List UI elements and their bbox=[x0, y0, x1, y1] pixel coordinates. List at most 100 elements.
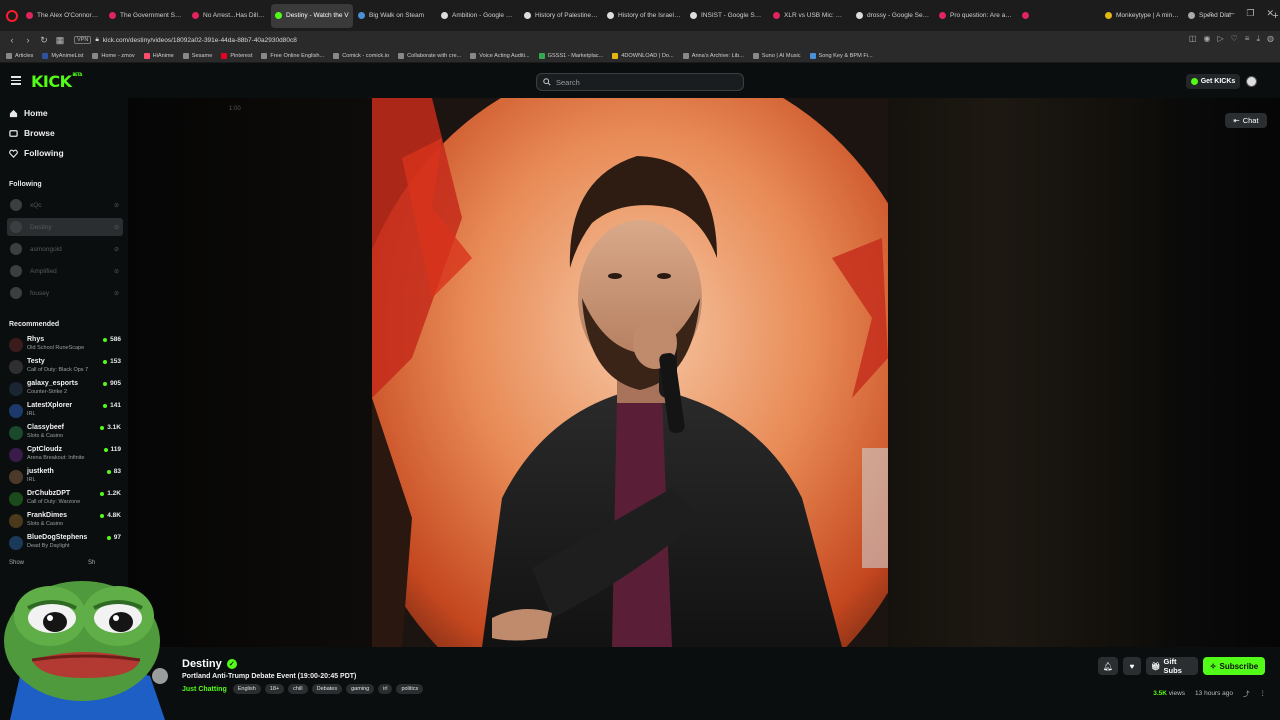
bookmark-item[interactable]: HiAnime bbox=[143, 52, 174, 59]
video-player[interactable]: 1:00 ⇤ Chat bbox=[128, 98, 1280, 647]
forward-icon[interactable]: › bbox=[20, 35, 36, 45]
browser-tab[interactable]: History of the Israeli-Pa bbox=[603, 4, 685, 28]
following-item[interactable]: xQc ⊘ bbox=[7, 196, 123, 214]
stream-tag[interactable]: English bbox=[232, 684, 261, 694]
reload-icon[interactable]: ↻ bbox=[36, 35, 52, 46]
stream-title: Portland Anti-Trump Debate Event (19:00-… bbox=[182, 673, 357, 680]
recommended-item[interactable]: FrankDimes Slots & Casino 4.8K bbox=[9, 510, 121, 532]
bookmark-item[interactable]: Anna's Archive: Lib... bbox=[682, 52, 744, 59]
recommended-item[interactable]: Testy Call of Duty: Black Ops 7 153 bbox=[9, 356, 121, 378]
tab-favicon-icon bbox=[607, 12, 614, 19]
following-item[interactable]: Destiny ⊘ bbox=[7, 218, 123, 236]
notification-bell-button[interactable]: 🔔︎ bbox=[1097, 657, 1118, 675]
stream-tag[interactable]: chill bbox=[288, 684, 308, 694]
nav-following[interactable]: Following bbox=[9, 148, 64, 158]
recommended-item[interactable]: BlueDogStephens Dead By Daylight 97 bbox=[9, 532, 121, 554]
recommended-item[interactable]: DrChubzDPT Call of Duty: Warzone 1.2K bbox=[9, 488, 121, 510]
recommended-item[interactable]: CptCloudz Arena Breakout: Infinite 119 bbox=[9, 444, 121, 466]
bookmark-label: MyAnimeList bbox=[51, 52, 84, 59]
bookmark-item[interactable]: Pinterest bbox=[221, 52, 252, 59]
search-box[interactable] bbox=[536, 73, 744, 91]
bookmark-item[interactable]: Voice Acting Auditi... bbox=[470, 52, 530, 59]
following-item[interactable]: asmongold ⊘ bbox=[7, 240, 123, 258]
bookmark-item[interactable]: Song Key & BPM Fi... bbox=[809, 52, 873, 59]
browser-tab[interactable]: Destiny - Watch the V bbox=[271, 3, 353, 28]
camera-icon[interactable]: ◫ bbox=[1189, 34, 1197, 44]
kick-logo[interactable]: KICKBETA bbox=[31, 72, 82, 91]
download-icon[interactable]: ⤓ bbox=[1256, 34, 1260, 44]
share-icon[interactable]: ⤴ bbox=[1243, 688, 1250, 698]
minimize-icon[interactable]: — bbox=[1225, 8, 1234, 19]
bookmark-item[interactable]: Comick - comick.io bbox=[333, 52, 389, 59]
recommended-item[interactable]: justketh IRL 83 bbox=[9, 466, 121, 488]
stream-tag[interactable]: 18+ bbox=[264, 684, 285, 694]
offline-icon: ⊘ bbox=[113, 224, 119, 231]
bookmark-label: Song Key & BPM Fi... bbox=[818, 52, 873, 59]
bookmark-item[interactable]: Collaborate with cre... bbox=[398, 52, 462, 59]
vpn-badge[interactable]: VPN bbox=[74, 36, 92, 44]
stream-tag[interactable]: Debates bbox=[311, 684, 343, 694]
bookmark-item[interactable]: Suno | AI Music bbox=[752, 52, 801, 59]
bookmark-item[interactable]: 4DOWNLOAD | Do... bbox=[612, 52, 674, 59]
bookmark-icon[interactable]: ♡ bbox=[1231, 34, 1238, 44]
user-avatar[interactable] bbox=[1246, 76, 1257, 87]
browser-tab[interactable] bbox=[1018, 4, 1100, 28]
nav-home[interactable]: Home bbox=[9, 108, 48, 118]
profile-icon[interactable]: ◍ bbox=[1267, 34, 1274, 44]
bookmark-item[interactable]: GSSS1 - Marketplac... bbox=[538, 52, 603, 59]
chat-toggle-button[interactable]: ⇤ Chat bbox=[1225, 113, 1267, 128]
get-kicks-label: Get KICKs bbox=[1200, 78, 1236, 85]
stream-tag[interactable]: irl bbox=[378, 684, 393, 694]
grid-icon[interactable]: ▦ bbox=[52, 35, 68, 46]
following-item[interactable]: fousey ⊘ bbox=[7, 284, 123, 302]
bookmark-item[interactable]: Home - zmov bbox=[92, 52, 135, 59]
menu-burger-icon[interactable] bbox=[11, 76, 21, 87]
bookmark-item[interactable]: Sesame bbox=[182, 52, 212, 59]
opera-logo-icon[interactable] bbox=[6, 7, 18, 25]
url-field[interactable]: VPN 🔒︎ kick.com/destiny/videos/18092a02-… bbox=[74, 36, 297, 44]
search-icon bbox=[543, 78, 551, 86]
search-tabs-icon[interactable]: ⌕ bbox=[1208, 8, 1213, 19]
follow-heart-button[interactable]: ♥ bbox=[1123, 657, 1141, 675]
chat-label: Chat bbox=[1242, 116, 1259, 125]
recommended-item[interactable]: Rhys Old School RuneScape 586 bbox=[9, 334, 121, 356]
play-icon[interactable]: ▷ bbox=[1217, 34, 1223, 44]
extension-icon[interactable]: ◉ bbox=[1203, 34, 1210, 44]
stream-actions: 🔔︎ ♥ 🎁︎ Gift Subs ✧ Subscribe bbox=[1097, 657, 1265, 675]
get-kicks-button[interactable]: Get KICKs bbox=[1186, 74, 1240, 89]
back-icon[interactable]: ‹ bbox=[4, 35, 20, 45]
browser-tab[interactable]: Monkeytype | A minimal bbox=[1101, 4, 1183, 28]
browser-tab[interactable]: The Government Shutdo bbox=[105, 4, 187, 28]
more-options-icon[interactable]: ⋮ bbox=[1260, 689, 1267, 697]
browser-tab[interactable]: The Alex O'Connor Pod bbox=[22, 4, 104, 28]
browser-tab[interactable]: History of Palestine - Wi bbox=[520, 4, 602, 28]
bookmark-item[interactable]: Articles bbox=[6, 52, 33, 59]
bookmark-item[interactable]: MyAnimeList bbox=[42, 52, 84, 59]
stream-tag[interactable]: politics bbox=[396, 684, 424, 694]
subscribe-button[interactable]: ✧ Subscribe bbox=[1203, 657, 1265, 675]
maximize-icon[interactable]: ❐ bbox=[1246, 8, 1254, 19]
browser-tab[interactable]: drossy - Google Search bbox=[852, 4, 934, 28]
url-text[interactable]: kick.com/destiny/videos/18092a02-391e-44… bbox=[103, 37, 297, 44]
category-link[interactable]: Just Chatting bbox=[182, 686, 227, 693]
menu-icon[interactable]: ≡ bbox=[1245, 34, 1250, 44]
gift-subs-button[interactable]: 🎁︎ Gift Subs bbox=[1146, 657, 1198, 675]
bookmark-item[interactable]: Free Online English... bbox=[261, 52, 324, 59]
browser-tab[interactable]: Ambition - Google Sear bbox=[437, 4, 519, 28]
close-icon[interactable]: ✕ bbox=[1266, 8, 1274, 19]
following-avatar bbox=[10, 287, 22, 299]
browser-tab[interactable]: INSIST - Google Search bbox=[686, 4, 768, 28]
browser-tab[interactable]: No Arrest...Has Dilled Be bbox=[188, 4, 270, 28]
browser-tab[interactable]: XLR vs USB Mic: Which S bbox=[769, 4, 851, 28]
search-input[interactable] bbox=[556, 77, 726, 87]
recommended-item[interactable]: galaxy_esports Counter-Strike 2 905 bbox=[9, 378, 121, 400]
recommended-item[interactable]: LatestXplorer IRL 141 bbox=[9, 400, 121, 422]
following-item[interactable]: Amplified ⊘ bbox=[7, 262, 123, 280]
bookmark-label: Collaborate with cre... bbox=[407, 52, 462, 59]
recommended-item[interactable]: Classybeef Slots & Casino 3.1K bbox=[9, 422, 121, 444]
browser-tab[interactable]: Pro question: Are all mi bbox=[935, 4, 1017, 28]
browser-tab[interactable]: Big Walk on Steam bbox=[354, 4, 436, 28]
streamer-name[interactable]: Destiny ✓ bbox=[182, 658, 237, 670]
stream-tag[interactable]: gaming bbox=[346, 684, 375, 694]
nav-browse[interactable]: Browse bbox=[9, 128, 55, 138]
